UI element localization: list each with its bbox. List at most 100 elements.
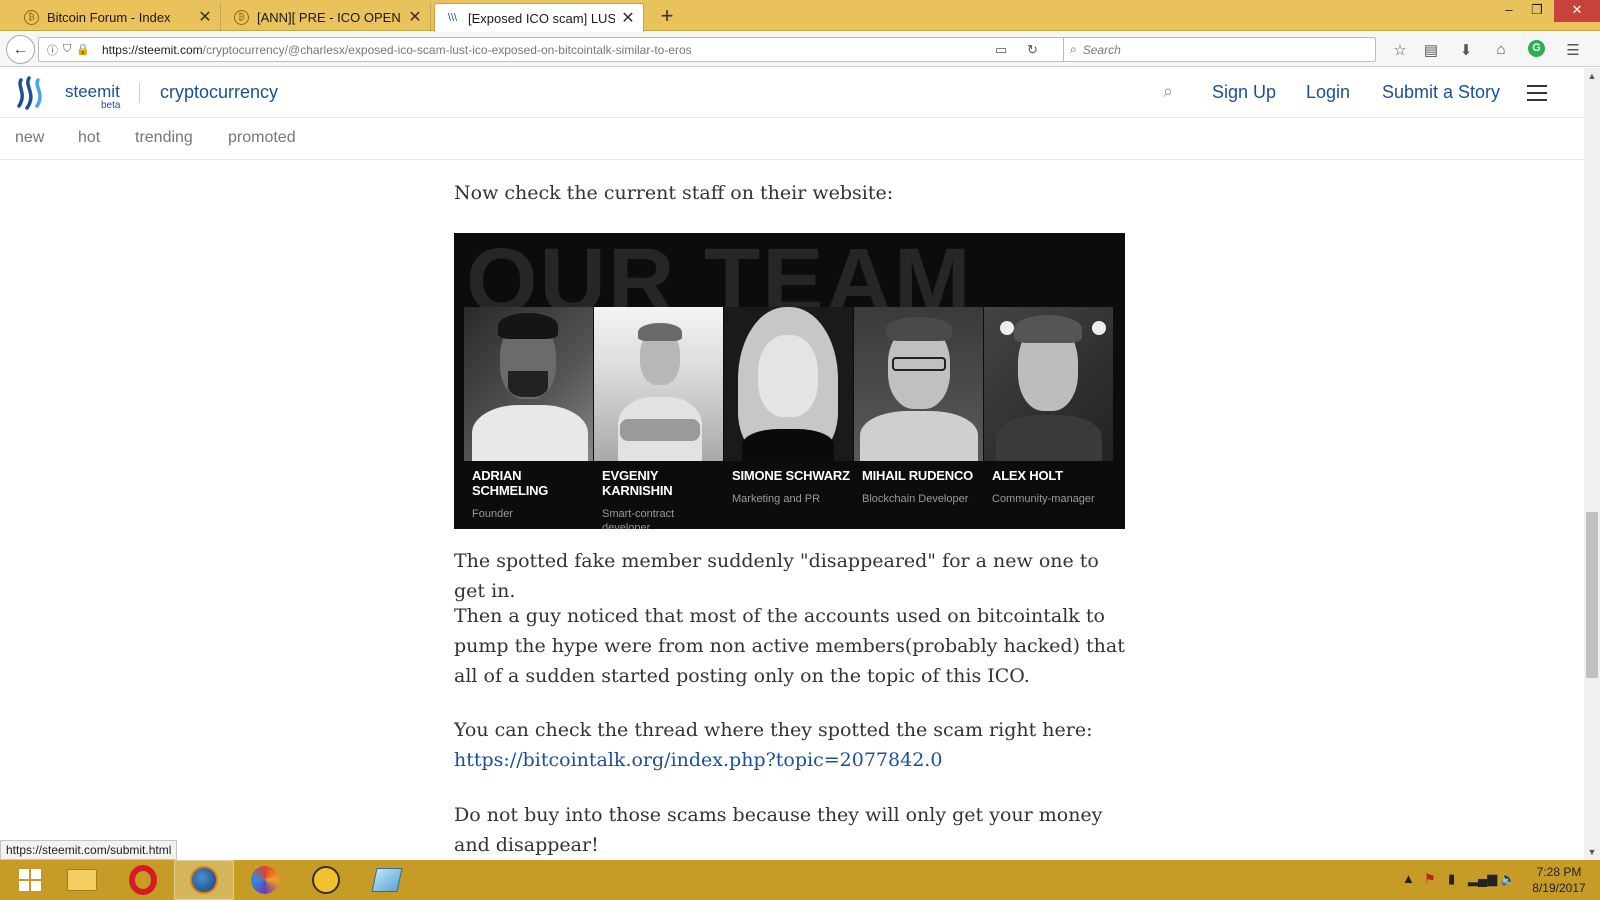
tab-trending[interactable]: trending: [135, 129, 193, 147]
volume-icon[interactable]: 🔈: [1500, 871, 1516, 887]
app-button[interactable]: [357, 860, 417, 900]
clock-date: 8/19/2017: [1532, 881, 1586, 895]
site-header: steemit beta cryptocurrency ⌕ Sign Up Lo…: [0, 68, 1584, 118]
member-role: Blockchain Developer: [862, 493, 969, 505]
search-icon[interactable]: ⌕: [1163, 81, 1173, 102]
member-photo: [464, 307, 593, 461]
team-member: SIMONE SCHWARZ Marketing and PR: [724, 307, 853, 506]
home-icon[interactable]: ⌂: [1490, 41, 1512, 58]
post-paragraph: Now check the current staff on their web…: [454, 182, 894, 204]
page-scrollbar-thumb[interactable]: [1586, 512, 1598, 678]
opera-button[interactable]: [113, 860, 173, 900]
download-icon[interactable]: ⬇: [1455, 41, 1477, 59]
back-arrow-icon[interactable]: ←: [6, 35, 35, 64]
tab-title: Bitcoin Forum - Index: [47, 9, 171, 25]
hamburger-menu-icon[interactable]: [1527, 85, 1547, 101]
taskbar-clock[interactable]: 7:28 PM 8/19/2017: [1524, 864, 1594, 896]
firefox-icon: [190, 866, 218, 894]
url-host: https://steemit.com: [101, 42, 203, 57]
url-text: https://steemit.com/cryptocurrency/@char…: [102, 43, 692, 57]
tab-promoted[interactable]: promoted: [228, 129, 296, 147]
post-paragraph: The spotted fake member suddenly "disapp…: [454, 550, 1099, 602]
bitcoin-favicon-icon: ₿: [234, 9, 249, 25]
tab-title: [Exposed ICO scam] LUST IC: [468, 10, 615, 26]
url-bar[interactable]: ⓘ ⛉ 🔒 https://steemit.com/cryptocurrency…: [38, 37, 1076, 62]
start-button[interactable]: [0, 860, 60, 900]
restore-icon[interactable]: ❐: [1520, 0, 1554, 22]
info-icon[interactable]: ⓘ: [47, 42, 58, 58]
team-image: OUR TEAM ADRIAN SCHMELING Founder EVGENI…: [454, 233, 1125, 529]
header-divider: [139, 83, 140, 103]
search-icon: ⌕: [1070, 42, 1077, 56]
opera-icon: [129, 865, 157, 895]
member-name: MIHAIL RUDENCO: [862, 468, 974, 483]
window-close-icon[interactable]: ✕: [1554, 0, 1600, 22]
browser-nav-bar: ← ⓘ ⛉ 🔒 https://steemit.com/cryptocurren…: [0, 32, 1600, 67]
browser-tab-bar: ₿ Bitcoin Forum - Index ✕ ₿ [ANN][ PRE -…: [0, 0, 1600, 32]
app-button[interactable]: [296, 860, 356, 900]
browser-tab-bitcoin-forum[interactable]: ₿ Bitcoin Forum - Index ✕: [14, 3, 221, 31]
menu-icon[interactable]: ☰: [1562, 41, 1584, 59]
new-tab-icon[interactable]: +: [655, 4, 679, 28]
member-name: ALEX HOLT: [992, 468, 1063, 483]
page-scrollbar-track[interactable]: [1584, 68, 1600, 860]
notepad-icon: [371, 868, 403, 892]
browser-tab-ann[interactable]: ₿ [ANN][ PRE - ICO OPEN ✕: [224, 3, 431, 31]
yellow-app-icon: [312, 866, 340, 894]
sort-tabs: new hot trending promoted: [0, 119, 1584, 160]
member-role: Community-manager: [992, 493, 1095, 505]
file-explorer-button[interactable]: [52, 860, 112, 900]
swirl-app-icon: [251, 866, 279, 894]
submit-story-link[interactable]: Submit a Story: [1382, 82, 1500, 103]
search-input[interactable]: ⌕ Search: [1063, 37, 1376, 62]
team-member: EVGENIY KARNISHIN Smart-contract develop…: [594, 307, 723, 529]
tab-hot[interactable]: hot: [78, 129, 100, 147]
scroll-down-arrow-icon[interactable]: ▼: [1584, 844, 1600, 860]
steemit-logo-icon[interactable]: [15, 76, 49, 110]
member-name: EVGENIY KARNISHIN: [602, 468, 673, 498]
member-role: Marketing and PR: [732, 493, 821, 505]
search-placeholder: Search: [1082, 42, 1121, 57]
tab-title: [ANN][ PRE - ICO OPEN: [257, 9, 401, 25]
member-name: SIMONE SCHWARZ: [732, 468, 850, 483]
tab-new[interactable]: new: [15, 129, 44, 147]
beta-label: beta: [101, 100, 121, 111]
category-link[interactable]: cryptocurrency: [160, 82, 278, 103]
close-tab-icon[interactable]: ✕: [408, 7, 422, 27]
url-path: /cryptocurrency/@charlesx/exposed-ico-sc…: [202, 42, 692, 57]
flag-icon[interactable]: ⚑: [1424, 871, 1436, 887]
bookmark-star-icon[interactable]: ☆: [1389, 41, 1411, 59]
sign-up-link[interactable]: Sign Up: [1212, 82, 1276, 103]
grammarly-icon[interactable]: G: [1528, 40, 1545, 57]
member-photo: [594, 307, 723, 461]
app-button[interactable]: [235, 860, 295, 900]
scroll-up-arrow-icon[interactable]: ▲: [1584, 68, 1600, 84]
browser-tab-steemit[interactable]: \\\ [Exposed ICO scam] LUST IC ✕: [434, 3, 644, 32]
folder-icon: [67, 869, 97, 891]
tray-expand-icon[interactable]: ▲: [1402, 871, 1415, 886]
post-paragraph: You can check the thread where they spot…: [454, 715, 1134, 775]
shield-icon: ⛉: [63, 43, 72, 55]
post-paragraph: Then a guy noticed that most of the acco…: [454, 605, 1125, 687]
reading-list-icon[interactable]: ▤: [1420, 41, 1442, 59]
firefox-button[interactable]: [174, 860, 234, 900]
windows-logo-icon: [19, 869, 41, 891]
reader-view-icon[interactable]: ▭: [995, 42, 1007, 58]
bitcoin-favicon-icon: ₿: [24, 9, 39, 25]
steemit-favicon-icon: \\\: [447, 12, 458, 24]
login-link[interactable]: Login: [1306, 82, 1350, 103]
team-member: ALEX HOLT Community-manager: [984, 307, 1113, 506]
member-role: Smart-contract developer: [602, 508, 675, 529]
close-tab-icon[interactable]: ✕: [621, 8, 635, 28]
member-photo: [984, 307, 1113, 461]
post-paragraph: Do not buy into those scams because they…: [454, 804, 1103, 856]
brand-name[interactable]: steemit: [65, 82, 120, 102]
bitcointalk-thread-link[interactable]: https://bitcointalk.org/index.php?topic=…: [454, 749, 942, 771]
team-member: MIHAIL RUDENCO Blockchain Developer: [854, 307, 983, 506]
battery-icon[interactable]: ▮: [1448, 871, 1455, 887]
close-tab-icon[interactable]: ✕: [198, 7, 212, 27]
reload-icon[interactable]: ↻: [1027, 42, 1038, 58]
thread-text: You can check the thread where they spot…: [454, 719, 1093, 741]
member-role: Founder: [472, 508, 513, 520]
network-icon[interactable]: ▂▄▆: [1468, 871, 1497, 887]
